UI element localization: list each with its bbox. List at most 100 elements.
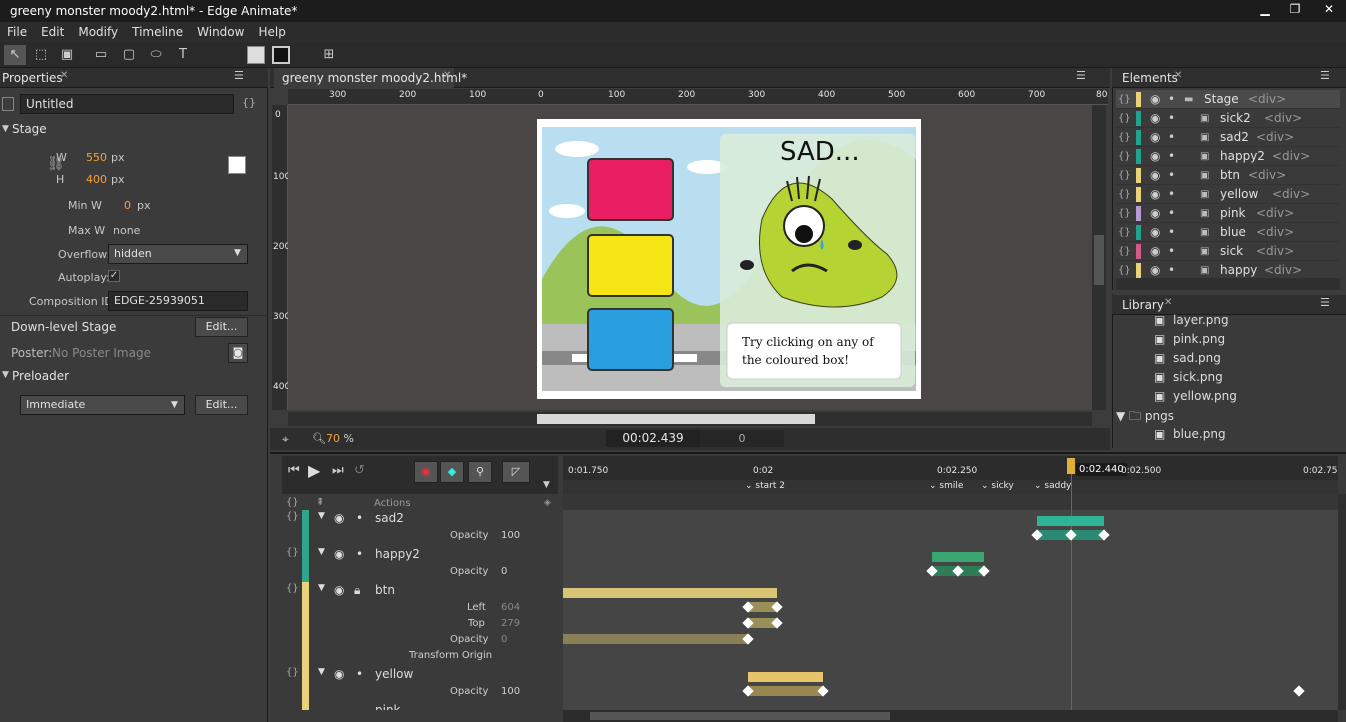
- library-item[interactable]: ▣ layer.png: [1154, 313, 1229, 327]
- collapse-triangle-icon[interactable]: ▼: [2, 124, 9, 134]
- timeline-bar[interactable]: [748, 672, 823, 682]
- height-unit[interactable]: px: [111, 173, 125, 186]
- element-row-sick[interactable]: {} ◉ • ▣ sick <div>: [1116, 242, 1340, 261]
- height-value[interactable]: 400: [86, 173, 107, 186]
- ellipse-tool-icon[interactable]: ⬭: [145, 45, 167, 65]
- property-value[interactable]: 100: [501, 686, 520, 697]
- transform-tool-icon[interactable]: ⬚: [30, 45, 52, 65]
- stage-color-swatch[interactable]: [228, 156, 246, 174]
- timeline-label[interactable]: ⌄ sicky: [981, 481, 1014, 491]
- element-row-Stage[interactable]: {} ◉ • ▬ Stage <div>: [1116, 90, 1340, 109]
- elements-scrollbar[interactable]: [1116, 278, 1340, 290]
- property-value[interactable]: 100: [501, 530, 520, 541]
- width-unit[interactable]: px: [111, 151, 125, 164]
- element-row-yellow[interactable]: {} ◉ • ▣ yellow <div>: [1116, 185, 1340, 204]
- scrollbar-thumb[interactable]: [590, 712, 890, 720]
- pin-icon[interactable]: ⌖: [282, 432, 289, 447]
- max-width-value[interactable]: none: [113, 224, 140, 237]
- timeline-bar[interactable]: [932, 552, 984, 562]
- keyframe-nav-icon[interactable]: ◈: [544, 498, 551, 508]
- timeline-bar[interactable]: [563, 634, 748, 644]
- property-value[interactable]: 604: [501, 602, 520, 613]
- go-to-start-icon[interactable]: ⏮: [288, 463, 300, 478]
- timeline-label[interactable]: ⌄ saddy: [1034, 481, 1071, 491]
- clipping-tool-icon[interactable]: ▣: [56, 45, 78, 65]
- composition-name-field[interactable]: Untitled: [20, 94, 234, 114]
- library-folder[interactable]: ▼ 🗀 pngs: [1116, 407, 1174, 428]
- menu-edit[interactable]: Edit: [34, 22, 71, 42]
- preloader-edit-button[interactable]: Edit...: [195, 395, 248, 415]
- menu-help[interactable]: Help: [251, 22, 292, 42]
- composition-id-field[interactable]: EDGE-25939051: [108, 291, 248, 311]
- min-width-value[interactable]: 0: [124, 199, 131, 212]
- rounded-rectangle-tool-icon[interactable]: ▢: [118, 45, 140, 65]
- width-value[interactable]: 550: [86, 151, 107, 164]
- zoom-icon[interactable]: 🔍︎: [312, 432, 326, 445]
- element-row-btn[interactable]: {} ◉ • ▣ btn <div>: [1116, 166, 1340, 185]
- time-offset-display[interactable]: 0: [700, 430, 784, 447]
- timeline-bar[interactable]: [563, 588, 777, 598]
- selection-tool-icon[interactable]: ↖: [4, 45, 26, 65]
- overflow-select[interactable]: hidden: [108, 244, 248, 264]
- property-value[interactable]: 0: [501, 634, 507, 645]
- timeline-transition[interactable]: [748, 686, 823, 696]
- menu-window[interactable]: Window: [190, 22, 251, 42]
- timeline-label[interactable]: ⌄ start 2: [745, 481, 785, 491]
- library-item[interactable]: ▣ blue.png: [1154, 427, 1226, 441]
- play-icon[interactable]: ▶: [308, 461, 320, 480]
- preloader-select[interactable]: Immediate: [20, 395, 185, 415]
- timeline-vertical-scrollbar[interactable]: [1338, 494, 1346, 710]
- menu-file[interactable]: File: [0, 22, 34, 42]
- close-icon[interactable]: ✕: [443, 70, 451, 81]
- property-value[interactable]: 0: [501, 566, 507, 577]
- panel-menu-icon[interactable]: ☰: [1320, 296, 1330, 309]
- timeline-label[interactable]: ⌄ smile: [929, 481, 963, 491]
- minimize-button[interactable]: ▁: [1250, 0, 1280, 18]
- panel-menu-icon[interactable]: ☰: [234, 69, 244, 82]
- properties-tab[interactable]: Properties: [2, 68, 63, 88]
- panel-menu-icon[interactable]: ☰: [1320, 69, 1330, 82]
- code-braces-icon[interactable]: {}: [242, 96, 256, 109]
- library-item[interactable]: ▣ yellow.png: [1154, 389, 1237, 403]
- element-row-sad2[interactable]: {} ◉ • ▣ sad2 <div>: [1116, 128, 1340, 147]
- chevron-down-icon[interactable]: ▼: [543, 480, 550, 490]
- library-item[interactable]: ▣ sad.png: [1154, 351, 1221, 365]
- grid-icon[interactable]: ⊞: [318, 45, 340, 65]
- collapse-all-icon[interactable]: ⇞: [316, 497, 324, 508]
- elements-tab[interactable]: Elements: [1122, 68, 1178, 88]
- timeline-bar[interactable]: [1037, 516, 1104, 526]
- menu-modify[interactable]: Modify: [71, 22, 125, 42]
- fill-color-swatch[interactable]: [247, 46, 265, 64]
- element-row-blue[interactable]: {} ◉ • ▣ blue <div>: [1116, 223, 1340, 242]
- downlevel-edit-button[interactable]: Edit...: [195, 317, 248, 337]
- close-button[interactable]: ✕: [1314, 0, 1344, 18]
- rectangle-tool-icon[interactable]: ▭: [90, 45, 112, 65]
- collapse-triangle-icon[interactable]: ▼: [2, 370, 9, 380]
- scrollbar-thumb[interactable]: [1094, 235, 1104, 285]
- timeline-row-pink[interactable]: pink: [282, 703, 558, 710]
- zoom-value[interactable]: 70 %: [326, 432, 354, 445]
- playhead-handle[interactable]: [1067, 458, 1075, 474]
- maximize-button[interactable]: ❐: [1280, 0, 1310, 18]
- text-tool-icon[interactable]: T: [172, 45, 194, 65]
- auto-keyframe-icon[interactable]: ◉: [414, 461, 438, 483]
- camera-icon[interactable]: ◙: [228, 343, 248, 363]
- panel-menu-icon[interactable]: ☰: [1076, 69, 1086, 82]
- pin-icon[interactable]: ⚲: [468, 461, 492, 483]
- code-braces-icon[interactable]: {}: [286, 497, 299, 508]
- auto-transition-icon[interactable]: ◆: [440, 461, 464, 483]
- library-item[interactable]: ▣ pink.png: [1154, 332, 1225, 346]
- element-row-sick2[interactable]: {} ◉ • ▣ sick2 <div>: [1116, 109, 1340, 128]
- property-value[interactable]: 279: [501, 618, 520, 629]
- go-to-end-icon[interactable]: ⏭: [332, 463, 344, 478]
- close-icon[interactable]: ✕: [60, 70, 68, 81]
- autoplay-checkbox[interactable]: ✓: [108, 270, 120, 282]
- library-tab[interactable]: Library: [1122, 295, 1164, 315]
- border-color-swatch[interactable]: [272, 46, 290, 64]
- close-icon[interactable]: ✕: [1164, 297, 1172, 308]
- loop-icon[interactable]: ↺: [354, 463, 365, 478]
- element-row-pink[interactable]: {} ◉ • ▣ pink <div>: [1116, 204, 1340, 223]
- close-icon[interactable]: ✕: [1174, 70, 1182, 81]
- menu-timeline[interactable]: Timeline: [125, 22, 190, 42]
- easing-icon[interactable]: ◸: [502, 461, 530, 483]
